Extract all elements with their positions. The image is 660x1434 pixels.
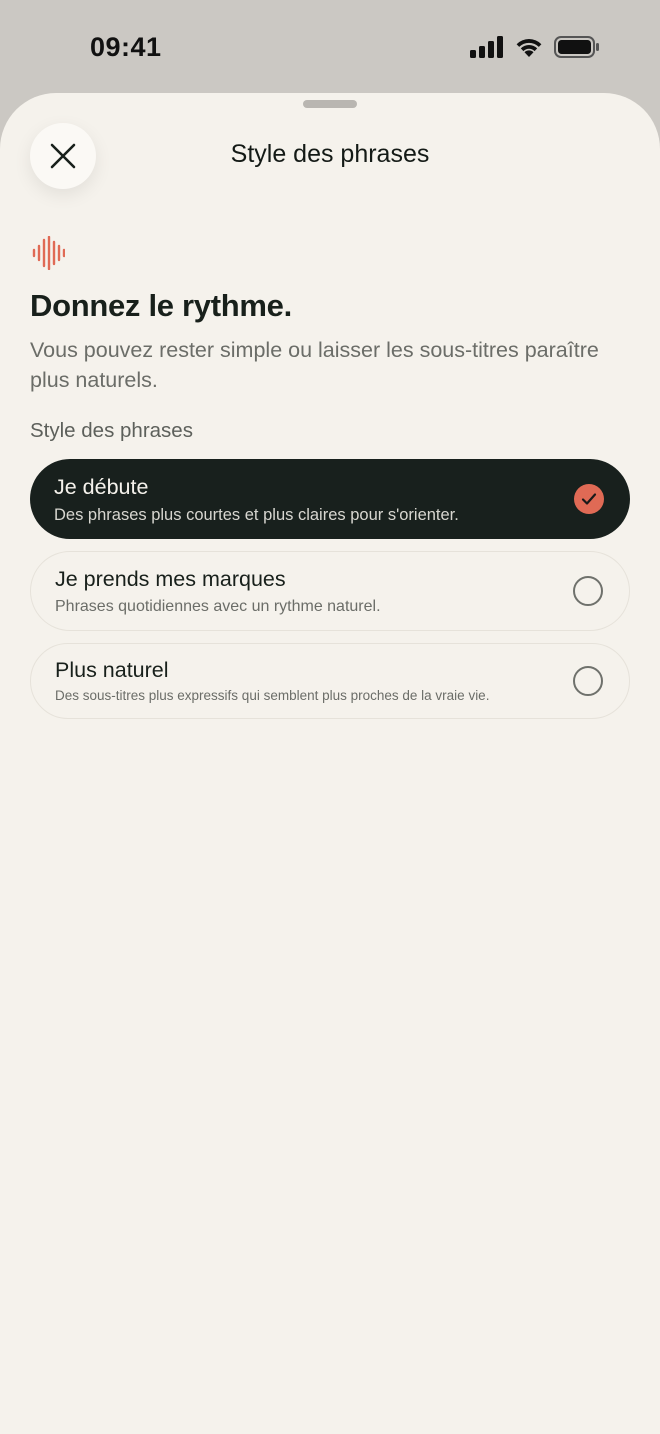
radio-unselected-icon xyxy=(573,576,603,606)
subline: Vous pouvez rester simple ou laisser les… xyxy=(30,338,599,392)
section-label: Style des phrases xyxy=(30,419,193,442)
status-time: 09:41 xyxy=(90,32,162,62)
option-description: Des phrases plus courtes et plus claires… xyxy=(54,506,459,524)
option-je-prends-mes-marques[interactable]: Je prends mes marques Phrases quotidienn… xyxy=(30,551,630,631)
sound-wave-icon xyxy=(32,236,65,270)
option-description: Des sous-titres plus expressifs qui semb… xyxy=(55,688,490,703)
wifi-icon xyxy=(516,39,542,57)
option-title: Je prends mes marques xyxy=(55,567,286,591)
headline: Donnez le rythme. xyxy=(30,288,292,323)
cellular-signal-icon xyxy=(470,36,503,58)
option-plus-naturel[interactable]: Plus naturel Des sous-titres plus expres… xyxy=(30,643,630,719)
status-bar: 09:41 xyxy=(0,0,660,96)
option-title: Je débute xyxy=(54,475,149,499)
sheet-grabber[interactable] xyxy=(303,100,357,108)
option-description: Phrases quotidiennes avec un rythme natu… xyxy=(55,598,381,615)
battery-icon xyxy=(554,36,599,58)
radio-unselected-icon xyxy=(573,666,603,696)
selected-check-icon xyxy=(574,484,604,514)
bottom-sheet: Style des phrases Donnez le rythme. Vous… xyxy=(0,93,660,1434)
sheet-title: Style des phrases xyxy=(230,140,430,168)
option-je-debute[interactable]: Je débute Des phrases plus courtes et pl… xyxy=(30,459,630,539)
status-icons xyxy=(470,36,600,58)
option-title: Plus naturel xyxy=(55,658,169,682)
